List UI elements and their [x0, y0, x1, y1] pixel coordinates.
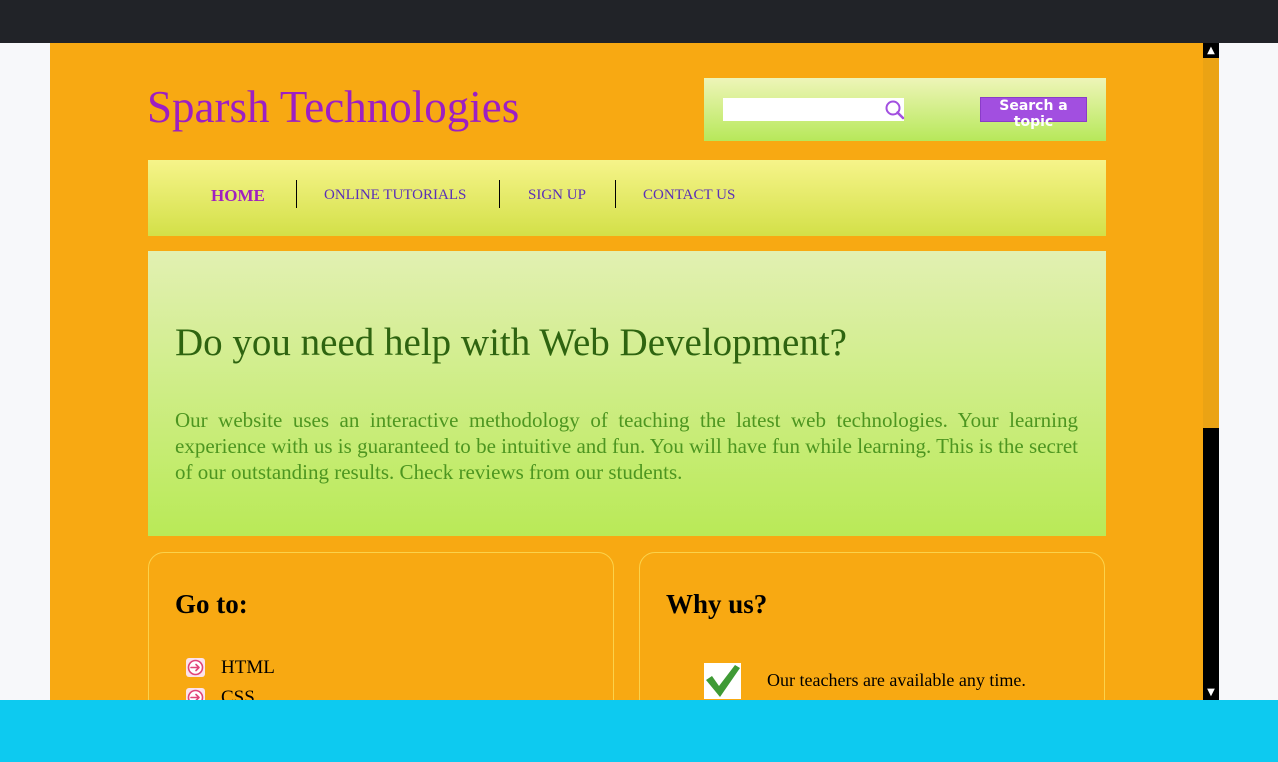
nav-divider — [615, 180, 616, 208]
arrow-circle-right-icon — [186, 688, 205, 700]
nav-contact-us[interactable]: CONTACT US — [643, 187, 735, 204]
nav-online-tutorials[interactable]: ONLINE TUTORIALS — [324, 187, 466, 204]
goto-title: Go to: — [175, 589, 248, 619]
nav-divider — [499, 180, 500, 208]
goto-link-html[interactable]: HTML — [221, 657, 275, 679]
hero-title: Do you need help with Web Development? — [175, 321, 847, 364]
hero-text: Our website uses an interactive methodol… — [175, 408, 1078, 484]
why-us-title: Why us? — [666, 589, 768, 619]
why-us-card: Why us? Our teachers are available any t… — [639, 552, 1105, 700]
search-topic-button[interactable]: Search a topic — [980, 97, 1087, 130]
scrollbar-thumb[interactable] — [1203, 58, 1219, 428]
chevron-down-icon[interactable]: ▼ — [1203, 685, 1219, 700]
vertical-scrollbar[interactable]: ▲ ▼ — [1203, 43, 1219, 700]
nav-sign-up[interactable]: SIGN UP — [528, 187, 586, 204]
search-panel: Search a topic — [704, 78, 1106, 141]
chevron-up-icon[interactable]: ▲ — [1203, 43, 1219, 58]
bottom-bar — [0, 700, 1278, 762]
main-nav: HOME ONLINE TUTORIALS SIGN UP CONTACT US — [148, 160, 1106, 236]
goto-link-css[interactable]: CSS — [221, 687, 255, 700]
arrow-circle-right-icon — [186, 658, 205, 677]
goto-card: Go to: HTML CSS — [148, 552, 614, 700]
site-title: Sparsh Technologies — [147, 82, 520, 132]
search-input[interactable] — [723, 98, 904, 121]
search-icon[interactable] — [884, 99, 906, 121]
page-viewport: Sparsh Technologies Search a topic HOME … — [50, 43, 1203, 700]
hero-banner: Do you need help with Web Development? O… — [148, 251, 1106, 536]
browser-top-bar — [0, 0, 1278, 43]
checkmark-icon — [704, 663, 741, 699]
why-us-item: Our teachers are available any time. — [767, 670, 1026, 690]
nav-home[interactable]: HOME — [211, 186, 265, 206]
nav-divider — [296, 180, 297, 208]
